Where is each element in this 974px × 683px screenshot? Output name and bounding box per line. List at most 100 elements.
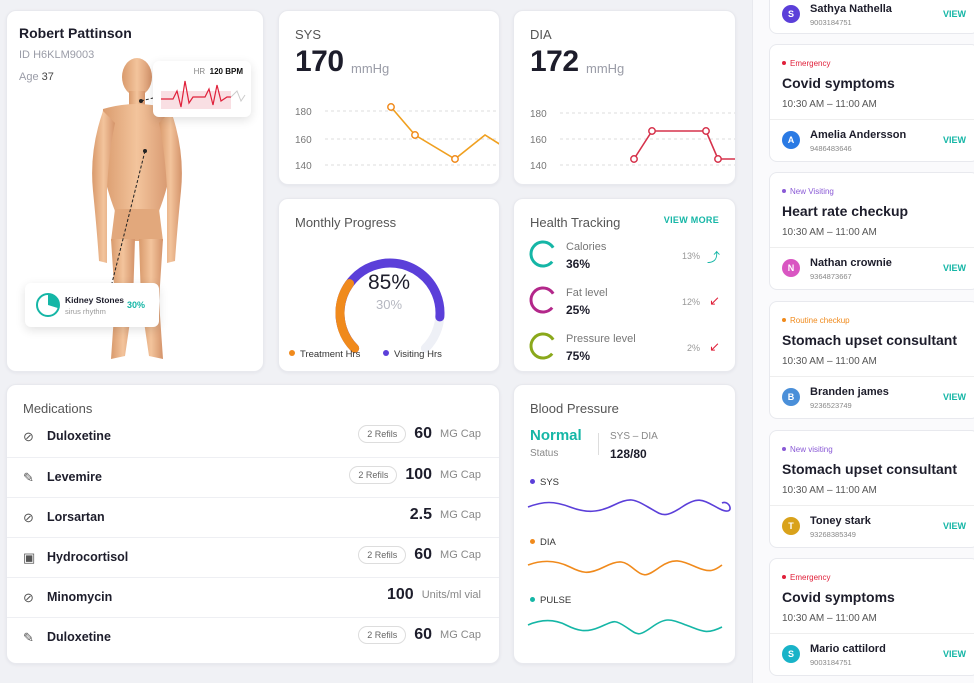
- trend-arrow-icon: ↙: [709, 339, 720, 354]
- bp-dia-wave: [527, 560, 723, 576]
- tag-dot: [782, 317, 786, 322]
- view-button[interactable]: VIEW: [943, 135, 966, 145]
- appointment-card[interactable]: Emergency Covid symptoms 10:30 AM – 11:00 …: [769, 44, 974, 162]
- appointment-time: 10:30 AM – 11:00 AM: [782, 356, 877, 367]
- medication-dosage: 2 Refils 60 MG Cap: [358, 546, 481, 564]
- refills-badge: 2 Refils: [358, 546, 407, 564]
- view-button[interactable]: VIEW: [943, 392, 966, 402]
- condition-name: Kidney Stones: [65, 295, 125, 305]
- blood-pressure-card: Blood Pressure Normal Status SYS – DIA 1…: [513, 384, 736, 664]
- dosage-amount: 60: [414, 626, 433, 643]
- health-item-value: 25%: [566, 303, 591, 317]
- progress-ring-icon: [529, 240, 557, 268]
- appointment-card[interactable]: Emergency Covid symptoms 10:30 AM – 11:00 …: [769, 558, 974, 676]
- dia-sparkline: 180 160 140: [530, 109, 735, 172]
- bp-sys-wave: [527, 499, 731, 516]
- pill-icon: ⊘: [23, 510, 34, 525]
- appointment-time: 10:30 AM – 11:00 AM: [782, 485, 877, 496]
- bp-divider: [598, 433, 599, 455]
- medication-row[interactable]: ▣ Hydrocortisol 2 Refils 60 MG Cap: [7, 537, 499, 577]
- appointment-tag: Routine checkup: [782, 316, 850, 325]
- clipboard-icon: ▣: [23, 550, 36, 565]
- medication-name: Lorsartan: [47, 510, 105, 524]
- sys-tick-180: 180: [295, 107, 312, 118]
- kidney-progress-ring-icon: [36, 293, 60, 317]
- divider: [770, 376, 974, 377]
- medication-name: Duloxetine: [47, 630, 111, 644]
- person-name: Toney stark: [810, 515, 871, 527]
- appointment-title: Stomach upset consultant: [782, 332, 958, 348]
- medication-name: Levemire: [47, 470, 102, 484]
- avatar: S: [782, 645, 800, 663]
- refills-badge: 2 Refils: [349, 466, 398, 484]
- gauge-primary-value: 85%: [367, 271, 411, 294]
- appointment-tag: Emergency: [782, 573, 830, 582]
- appointment-person: N Nathan crownie 9364873667 VIEW: [782, 255, 972, 285]
- view-button[interactable]: VIEW: [943, 263, 966, 273]
- medication-row[interactable]: ✎ Levemire 2 Refils 100 MG Cap: [7, 457, 499, 497]
- dia-tick-140: 140: [530, 161, 547, 172]
- appointment-title: Heart rate checkup: [782, 203, 909, 219]
- person-name: Nathan crownie: [810, 257, 892, 269]
- divider: [770, 247, 974, 248]
- appointment-card[interactable]: New visiting Stomach upset consultant 10:3…: [769, 430, 974, 548]
- medication-row[interactable]: ✎ Duloxetine 2 Refils 60 MG Cap: [7, 617, 499, 657]
- person-name: Branden james: [810, 386, 889, 398]
- medications-card: Medications ⊘ Duloxetine 2 Refils 60 MG Cap ✎…: [6, 384, 500, 664]
- appointment-time: 10:30 AM – 11:00 AM: [782, 227, 877, 238]
- dia-card: DIA 172 mmHg 180 160 140: [513, 10, 736, 185]
- monthly-progress-title: Monthly Progress: [295, 215, 397, 230]
- sys-tick-160: 160: [295, 135, 312, 146]
- dosage-amount: 100: [387, 586, 414, 603]
- syringe-icon: ✎: [23, 470, 34, 485]
- tag-dot: [782, 188, 786, 193]
- condition-popup: Kidney Stones sirus rhythm 30%: [25, 283, 159, 327]
- divider: [770, 505, 974, 506]
- view-more-link[interactable]: VIEW MORE: [664, 215, 719, 225]
- health-item-name: Pressure level: [566, 333, 636, 345]
- bp-reading-label: SYS – DIA: [610, 431, 658, 442]
- progress-ring-icon: [529, 332, 557, 360]
- appointment-person: S Mario cattilord 9003184751 VIEW: [782, 641, 972, 671]
- view-button[interactable]: VIEW: [943, 521, 966, 531]
- person-phone: 9003184751: [810, 18, 852, 27]
- dosage-unit: MG Cap: [440, 428, 481, 440]
- bp-status-label: Status: [530, 448, 559, 459]
- patient-card: Robert Pattinson ID H6KLM9003 Age 37 HR: [6, 10, 264, 372]
- appointment-card-top[interactable]: S Sathya Nathella 9003184751 VIEW: [769, 0, 974, 34]
- appointment-person: S Sathya Nathella 9003184751 VIEW: [782, 1, 972, 31]
- trend-arrow-icon: ⤴: [706, 250, 720, 265]
- blood-pressure-title: Blood Pressure: [530, 401, 619, 416]
- appointment-card[interactable]: New Visiting Heart rate checkup 10:30 AM –…: [769, 172, 974, 290]
- view-button[interactable]: VIEW: [943, 9, 966, 19]
- dosage-amount: 60: [414, 425, 433, 442]
- view-button[interactable]: VIEW: [943, 649, 966, 659]
- health-item[interactable]: Calories 36% 13% ⤴: [528, 239, 720, 279]
- trend-arrow-icon: ↙: [709, 293, 720, 308]
- health-tracking-title: Health Tracking: [530, 215, 621, 230]
- medication-name: Minomycin: [47, 590, 113, 604]
- health-item[interactable]: Pressure level 75% 2% ↙: [528, 331, 720, 371]
- bp-series-dia-label: DIA: [530, 537, 556, 548]
- progress-ring-icon: [529, 286, 557, 314]
- health-item-value: 36%: [566, 257, 591, 271]
- appointment-card[interactable]: Routine checkup Stomach upset consultant 1…: [769, 301, 974, 419]
- health-item[interactable]: Fat level 25% 12% ↙: [528, 285, 720, 325]
- sys-tick-140: 140: [295, 161, 312, 172]
- medication-row[interactable]: ⊘ Duloxetine 2 Refils 60 MG Cap: [7, 417, 499, 457]
- medication-name: Hydrocortisol: [47, 550, 129, 564]
- medication-row[interactable]: ⊘ Minomycin 100 Units/ml vial: [7, 577, 499, 617]
- avatar: T: [782, 517, 800, 535]
- medications-title: Medications: [23, 401, 93, 416]
- medication-dosage: 100 Units/ml vial: [387, 586, 481, 604]
- dosage-amount: 60: [414, 546, 433, 563]
- gauge-secondary-value: 30%: [375, 297, 403, 312]
- condition-sub: sirus rhythm: [65, 307, 106, 316]
- appointment-person: T Toney stark 93268385349 VIEW: [782, 513, 972, 543]
- dosage-unit: Units/ml vial: [421, 589, 481, 601]
- avatar: A: [782, 131, 800, 149]
- appointment-time: 10:30 AM – 11:00 AM: [782, 99, 877, 110]
- bp-series-sys-label: SYS: [530, 477, 559, 488]
- medication-row[interactable]: ⊘ Lorsartan 2.5 MG Cap: [7, 497, 499, 537]
- bp-reading-value: 128/80: [610, 447, 647, 461]
